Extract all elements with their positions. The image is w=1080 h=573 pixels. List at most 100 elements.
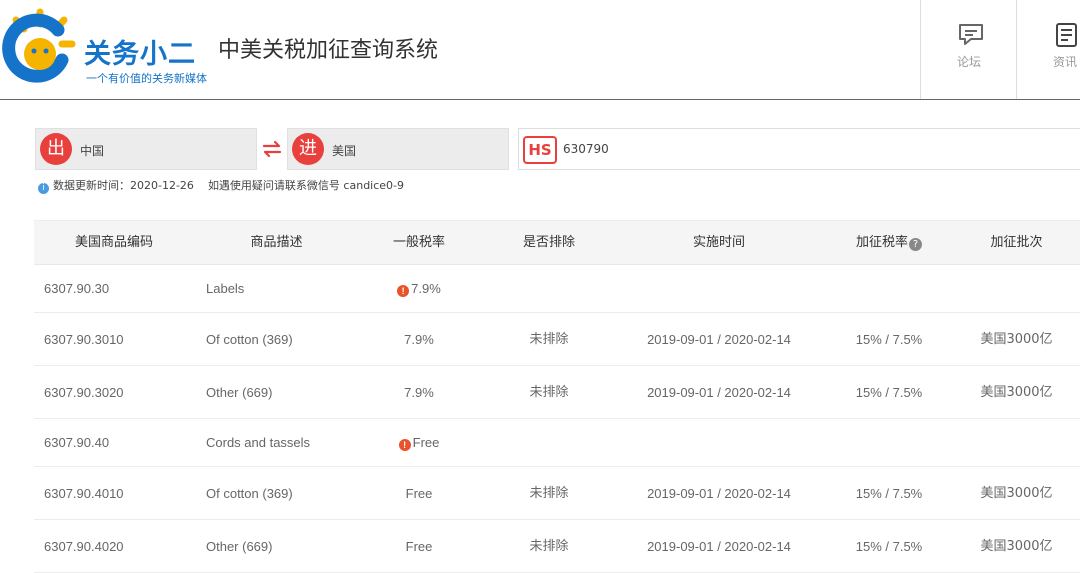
col-header-period: 实施时间 [692,235,745,250]
col-header-extra-rate: 加征税率? [819,221,959,265]
cell-desc-text: Of cotton (369) [206,486,293,501]
cell-rate: 7.9% [359,366,479,419]
cell-batch-text: 美国3000亿 [980,332,1053,347]
cell-extra [819,419,959,467]
cell-period-text: 2019-09-01 / 2020-02-14 [647,332,791,347]
cell-period-text: 2019-09-01 / 2020-02-14 [647,385,791,400]
cell-excluded-text: 未排除 [529,385,569,400]
col-header-code: 美国商品编码 [74,235,153,250]
cell-extra [819,265,959,313]
cell-extra-text: 15% / 7.5% [855,332,923,347]
cell-batch: 美国3000亿 [959,313,1074,366]
contact-text: 如遇使用疑问请联系微信号 candice0-9 [207,179,405,192]
cell-period: 2019-09-01 / 2020-02-14 [619,467,819,520]
cell-code-text: 6307.90.4010 [44,486,124,501]
info-icon: i [38,183,49,194]
cell-rate: Free [359,467,479,520]
hs-code-input[interactable]: HS 630790 [518,128,1080,170]
cell-period [619,265,819,313]
cell-excluded [479,265,619,313]
cell-excluded: 未排除 [479,467,619,520]
update-label: 数据更新时间： [53,179,130,192]
app-header: 关务小二 一个有价值的关务新媒体 中美关税加征查询系统 论坛 资讯 [0,0,1080,100]
cell-period-text: 2019-09-01 / 2020-02-14 [647,539,791,554]
cell-code: 6307.90.3020 [44,366,194,419]
col-header-extra-rate-label: 加征税率 [855,235,908,250]
table-body: 6307.90.30 Labels! 7.9% 6307.90.3010 Of cott… [34,265,1080,573]
table-row: 6307.90.40 Cords and tassels! Free [34,419,1080,467]
cell-period: 2019-09-01 / 2020-02-14 [619,313,819,366]
site-logo[interactable]: 关务小二 一个有价值的关务新媒体 [0,4,215,90]
cell-extra: 15% / 7.5% [819,467,959,520]
cell-rate: ! Free [359,419,479,467]
cell-batch-text: 美国3000亿 [980,539,1053,554]
cell-period: 2019-09-01 / 2020-02-14 [619,366,819,419]
cell-code: 6307.90.30 [44,265,194,313]
nav-forum-label: 论坛 [956,55,981,69]
col-header-rate: 一般税率 [392,235,445,250]
cell-code-text: 6307.90.30 [44,281,110,296]
cell-batch: 美国3000亿 [959,467,1074,520]
import-country-value: 美国 [332,144,357,158]
col-header-desc: 商品描述 [250,235,303,250]
cell-code-text: 6307.90.4020 [44,539,124,554]
warning-icon[interactable]: ! [397,285,410,297]
update-date: 2020-12-26 [130,179,194,192]
cell-extra: 15% / 7.5% [819,366,959,419]
export-badge: 出 [40,133,72,165]
cell-batch-text: 美国3000亿 [980,385,1053,400]
cell-excluded-text: 未排除 [529,332,569,347]
cell-rate: ! 7.9% [359,265,479,313]
cell-period: 2019-09-01 / 2020-02-14 [619,520,819,573]
table-row: 6307.90.4020 Other (669) Free 未排除 2019-09-01… [34,520,1080,573]
cell-desc-text: Of cotton (369) [206,332,293,347]
cell-batch [959,265,1074,313]
cell-desc: Labels [206,265,366,313]
cell-excluded-text: 未排除 [529,539,569,554]
cell-batch [959,419,1074,467]
cell-batch: 美国3000亿 [959,366,1074,419]
tariff-table: 美国商品编码 商品描述 一般税率 是否排除 实施时间 加征税率? 加征批次 63… [34,220,1080,573]
warning-icon[interactable]: ! [398,439,411,451]
table-row: 6307.90.3010 Of cotton (369) 7.9% 未排除 2019-0… [34,313,1080,366]
cell-extra-text: 15% / 7.5% [855,486,923,501]
cell-rate-text: 7.9% [404,332,434,347]
cell-desc: Other (669) [206,520,366,573]
export-country-select[interactable]: 出 中国 [35,128,257,170]
cell-extra-text: 15% / 7.5% [855,385,923,400]
cell-rate: 7.9% [359,313,479,366]
cell-excluded: 未排除 [479,313,619,366]
cell-extra: 15% / 7.5% [819,313,959,366]
brand-slogan: 一个有价值的关务新媒体 [86,72,207,85]
page-title: 中美关税加征查询系统 [218,38,439,63]
nav-news[interactable]: 资讯 [1016,0,1080,99]
nav-forum[interactable]: 论坛 [920,0,1016,99]
export-country-value: 中国 [80,144,105,158]
cell-desc: Of cotton (369) [206,313,366,366]
cell-period-text: 2019-09-01 / 2020-02-14 [647,486,791,501]
cell-excluded: 未排除 [479,366,619,419]
cell-rate-text: 7.9% [404,385,434,400]
cell-batch: 美国3000亿 [959,520,1074,573]
help-icon[interactable]: ? [909,238,922,251]
swap-icon[interactable] [262,140,282,158]
import-country-select[interactable]: 进 美国 [287,128,509,170]
import-badge: 进 [292,133,324,165]
col-header-batch: 加征批次 [990,235,1043,250]
table-header: 美国商品编码 商品描述 一般税率 是否排除 实施时间 加征税率? 加征批次 [34,221,1080,265]
cell-desc: Other (669) [206,366,366,419]
cell-code-text: 6307.90.40 [44,435,110,450]
table-row: 6307.90.4010 Of cotton (369) Free 未排除 2019-0… [34,467,1080,520]
cell-code: 6307.90.4010 [44,467,194,520]
cell-excluded [479,419,619,467]
cell-extra: 15% / 7.5% [819,520,959,573]
cell-code: 6307.90.40 [44,419,194,467]
cell-period [619,419,819,467]
cell-code-text: 6307.90.3010 [44,332,124,347]
table-row: 6307.90.30 Labels ! 7.9% [34,265,1080,313]
cell-rate-text: Free [405,539,433,554]
cell-desc-text: Labels [206,281,245,296]
cell-desc: Cords and tassels [206,419,366,467]
hs-badge: HS [523,136,557,164]
update-notice: i 数据更新时间：2020-12-26 如遇使用疑问请联系微信号 candice0-… [38,177,404,194]
